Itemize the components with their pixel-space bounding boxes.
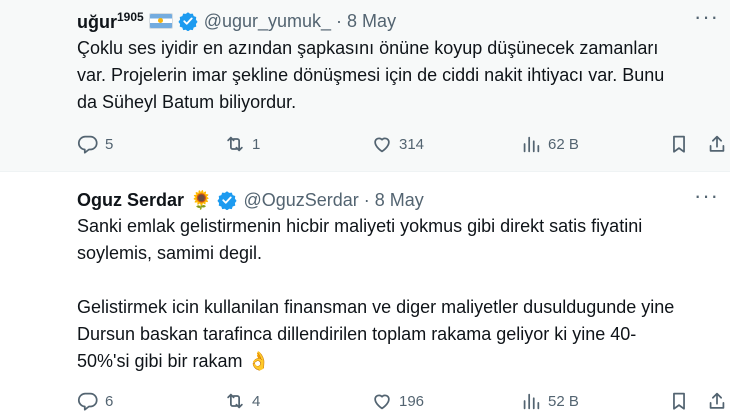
tweet-header: Oguz Serdar 🌻 @OguzSerdar · 8 May bbox=[77, 188, 424, 212]
separator: · bbox=[336, 10, 343, 31]
tweet-text: Çoklu ses iyidir en azından şapkasını ön… bbox=[77, 35, 717, 116]
tweet-text-line: Gelistirmek icin kullanilan finansman ve… bbox=[77, 297, 675, 317]
views-count: 62 B bbox=[548, 135, 579, 153]
reply-button[interactable]: 6 bbox=[77, 389, 113, 413]
like-icon bbox=[374, 137, 390, 153]
views-button[interactable]: 52 B bbox=[520, 389, 579, 413]
share-button[interactable] bbox=[706, 389, 728, 413]
views-icon bbox=[523, 393, 540, 410]
retweet-button[interactable]: 1 bbox=[224, 132, 260, 156]
more-icon[interactable]: ··· bbox=[694, 185, 718, 212]
verified-badge-icon[interactable] bbox=[178, 11, 198, 31]
share-icon bbox=[709, 392, 725, 409]
retweet-icon bbox=[227, 393, 243, 409]
tweet-text-line: soylemis, samimi degil. bbox=[77, 243, 263, 263]
paragraph-break bbox=[77, 267, 717, 294]
more-icon[interactable]: ··· bbox=[694, 6, 718, 33]
handle[interactable]: @OguzSerdar bbox=[243, 190, 358, 211]
retweet-button[interactable]: 4 bbox=[224, 389, 260, 413]
reply-icon bbox=[77, 135, 98, 154]
argentina-flag-icon bbox=[148, 13, 173, 29]
retweet-count: 1 bbox=[252, 135, 261, 153]
tweet-text-line: Çoklu ses iyidir en azından şapkasını ön… bbox=[77, 38, 659, 58]
share-button[interactable] bbox=[706, 132, 728, 156]
tweet-header: uğur1905 @ugur_yumuk_ · 8 May bbox=[77, 9, 396, 33]
like-button[interactable]: 196 bbox=[371, 389, 424, 413]
like-icon bbox=[374, 394, 390, 410]
bookmark-button[interactable] bbox=[668, 389, 690, 413]
timestamp[interactable]: 8 May bbox=[375, 190, 424, 211]
display-name[interactable]: Oguz Serdar bbox=[77, 190, 184, 211]
action-bar: 5 1 314 62 B bbox=[0, 132, 730, 156]
views-count: 52 B bbox=[548, 392, 579, 410]
sunflower-emoji: 🌻 bbox=[190, 190, 213, 210]
reply-count: 6 bbox=[105, 392, 114, 410]
reply-icon bbox=[77, 392, 98, 411]
views-button[interactable]: 62 B bbox=[520, 132, 579, 156]
bookmark-icon bbox=[673, 135, 685, 153]
retweet-icon bbox=[227, 136, 243, 152]
like-count: 196 bbox=[399, 392, 425, 410]
tweet-text-line: da Süheyl Batum biliyordur. bbox=[77, 92, 297, 112]
action-bar: 6 4 196 52 B bbox=[0, 389, 730, 413]
views-icon bbox=[523, 136, 540, 153]
like-count: 314 bbox=[399, 135, 425, 153]
timestamp[interactable]: 8 May bbox=[347, 11, 396, 32]
share-icon bbox=[709, 135, 725, 152]
bookmark-button[interactable] bbox=[668, 132, 690, 156]
avatar[interactable] bbox=[16, 186, 64, 234]
tweet-text-line: Dursun baskan tarafinca dillendirilen to… bbox=[77, 324, 637, 344]
tweet-text-line: 50%'si gibi bir rakam 👌 bbox=[77, 351, 270, 371]
reply-button[interactable]: 5 bbox=[77, 132, 113, 156]
retweet-count: 4 bbox=[252, 392, 261, 410]
separator: · bbox=[363, 189, 370, 210]
reply-count: 5 bbox=[105, 135, 114, 153]
display-name[interactable]: uğur1905 bbox=[77, 10, 144, 33]
like-button[interactable]: 314 bbox=[371, 132, 424, 156]
tweet-text-line: var. Projelerin imar şekline dönüşmesi i… bbox=[77, 65, 665, 85]
bookmark-icon bbox=[673, 392, 685, 410]
verified-badge-icon[interactable] bbox=[217, 190, 238, 210]
handle[interactable]: @ugur_yumuk_ bbox=[204, 11, 331, 32]
tweet-text-line: Sanki emlak gelistirmenin hicbir maliyet… bbox=[77, 216, 643, 236]
tweet-text: Sanki emlak gelistirmenin hicbir maliyet… bbox=[77, 213, 717, 375]
avatar[interactable] bbox=[16, 9, 64, 57]
